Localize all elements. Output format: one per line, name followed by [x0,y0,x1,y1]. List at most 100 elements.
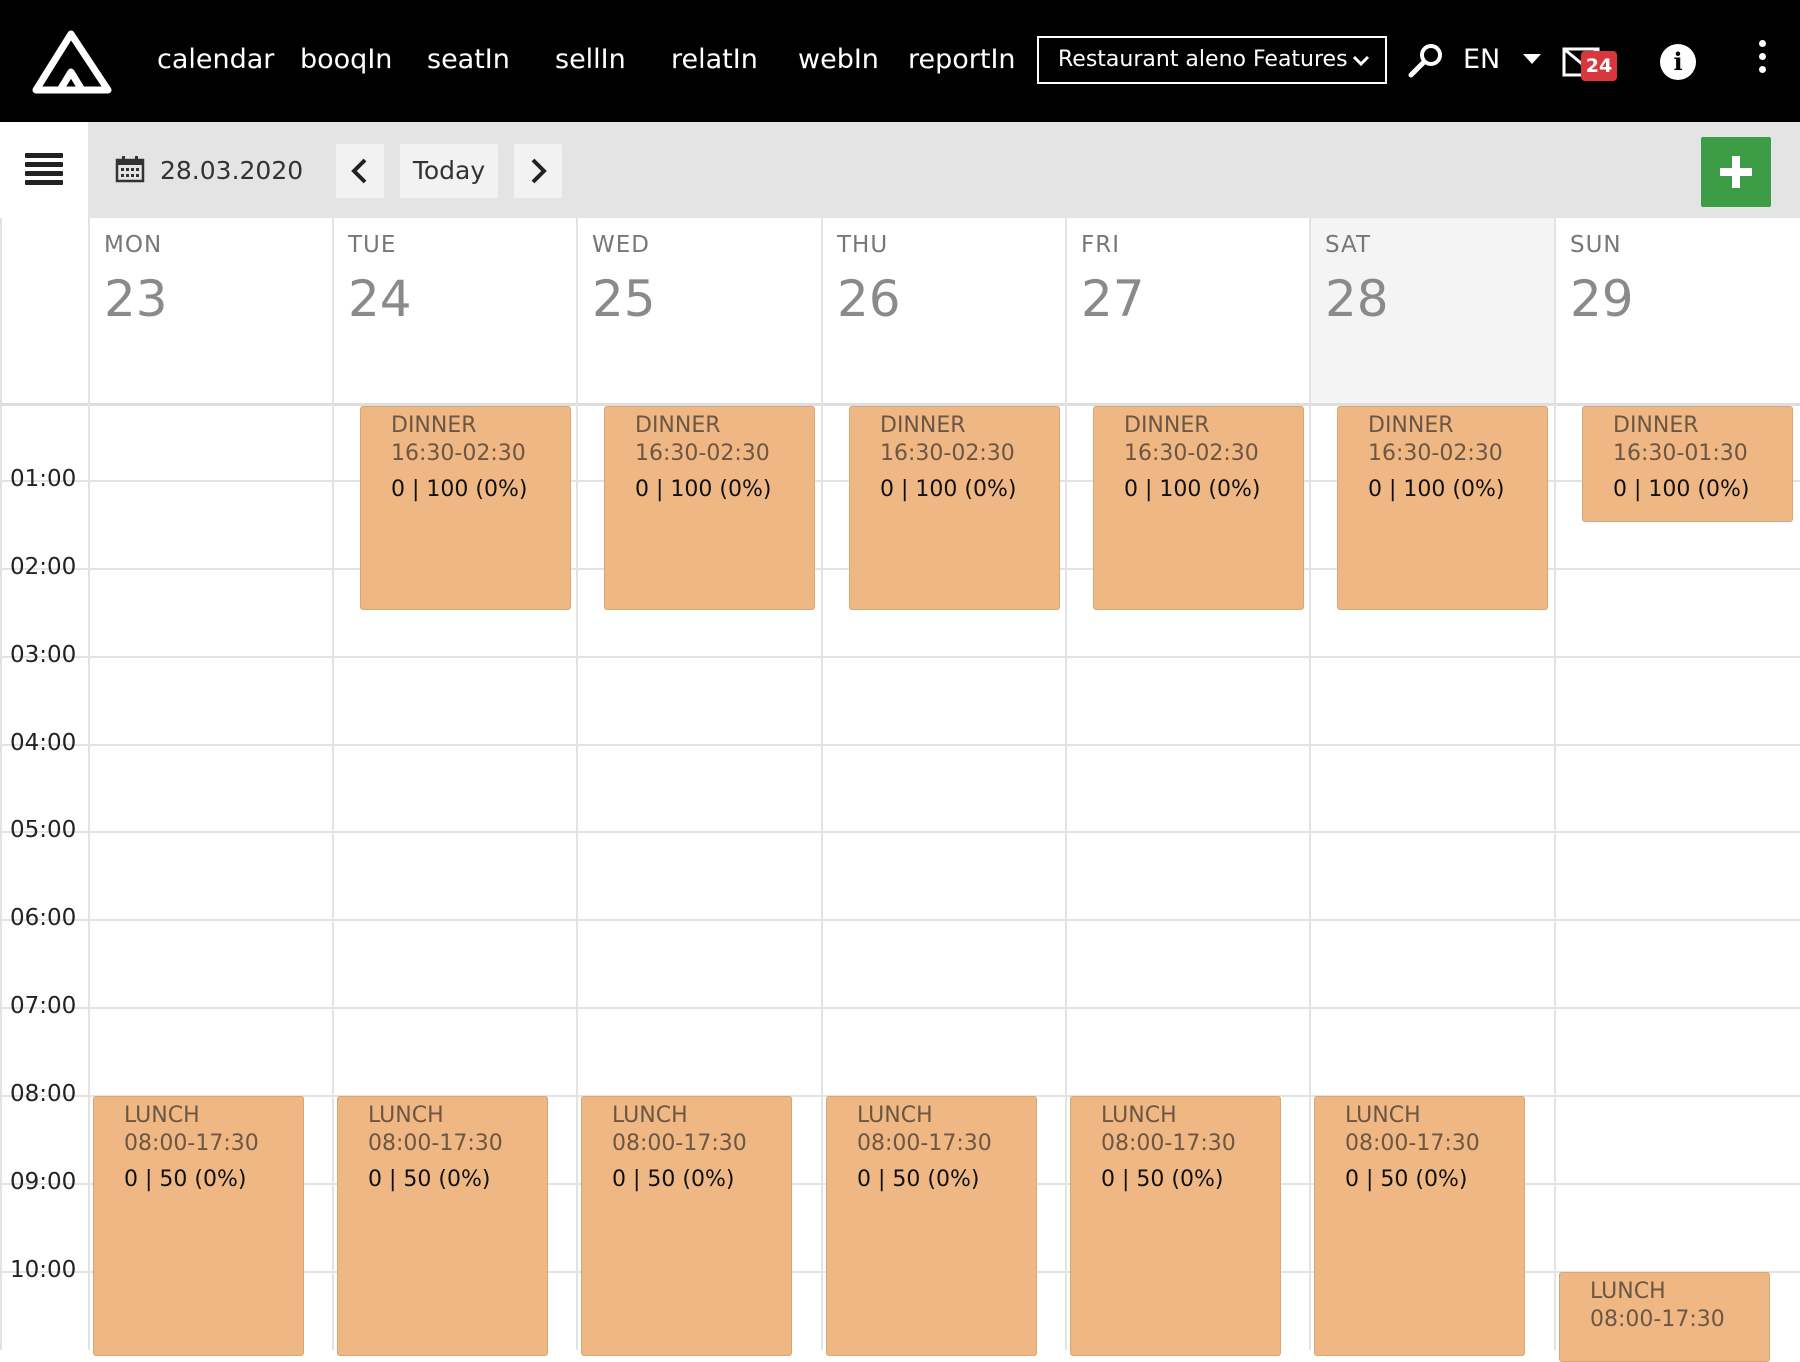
day-header-tue[interactable]: TUE 24 [332,218,577,404]
day-number: 26 [837,270,901,328]
event-lunch-mon[interactable]: LUNCH 08:00-17:30 0 | 50 (0%) [93,1096,304,1356]
chevron-left-icon [351,158,367,184]
day-header-sun[interactable]: SUN 29 [1554,218,1800,404]
day-header-wed[interactable]: WED 25 [576,218,821,404]
time-label: 09:00 [10,1169,77,1195]
event-time: 08:00-17:30 [124,1131,259,1156]
nav-calendar[interactable]: calendar [157,40,274,80]
day-of-week: SUN [1570,232,1622,258]
event-occupancy: 0 | 100 (0%) [391,477,528,502]
day-number: 29 [1570,270,1634,328]
day-header-thu[interactable]: THU 26 [821,218,1066,404]
grid-row-line [0,919,1800,921]
event-lunch-thu[interactable]: LUNCH 08:00-17:30 0 | 50 (0%) [826,1096,1037,1356]
time-label: 07:00 [10,993,77,1019]
logo-icon[interactable] [30,30,112,94]
event-dinner-fri[interactable]: DINNER 16:30-02:30 0 | 100 (0%) [1093,406,1304,610]
calendar-icon[interactable] [115,155,145,183]
grid-column-line [821,218,823,1350]
nav-relatin[interactable]: relatIn [671,40,758,80]
day-number: 27 [1081,270,1145,328]
hamburger-menu-icon[interactable] [25,153,63,185]
nav-webin[interactable]: webIn [798,40,879,80]
grid-column-line [332,218,334,1350]
event-dinner-sat[interactable]: DINNER 16:30-02:30 0 | 100 (0%) [1337,406,1548,610]
day-of-week: TUE [348,232,397,258]
event-occupancy: 0 | 100 (0%) [1613,477,1750,502]
event-lunch-fri[interactable]: LUNCH 08:00-17:30 0 | 50 (0%) [1070,1096,1281,1356]
day-header-fri[interactable]: FRI 27 [1065,218,1310,404]
event-occupancy: 0 | 100 (0%) [1368,477,1505,502]
event-occupancy: 0 | 50 (0%) [368,1167,491,1192]
event-occupancy: 0 | 50 (0%) [612,1167,735,1192]
event-lunch-sat[interactable]: LUNCH 08:00-17:30 0 | 50 (0%) [1314,1096,1525,1356]
time-label: 08:00 [10,1081,77,1107]
restaurant-select-label: Restaurant aleno Features [1058,47,1348,72]
current-date[interactable]: 28.03.2020 [160,154,303,188]
nav-sellin[interactable]: sellIn [555,40,626,80]
nav-seatin[interactable]: seatIn [427,40,510,80]
nav-booqin[interactable]: booqIn [300,40,392,80]
event-time: 16:30-02:30 [635,441,770,466]
time-label: 03:00 [10,642,77,668]
event-occupancy: 0 | 50 (0%) [857,1167,980,1192]
time-label: 02:00 [10,554,77,580]
grid-row-line [0,656,1800,658]
day-number: 28 [1325,270,1389,328]
event-lunch-sun[interactable]: LUNCH 08:00-17:30 [1559,1272,1770,1362]
event-occupancy: 0 | 50 (0%) [1345,1167,1468,1192]
day-of-week: WED [592,232,650,258]
time-label: 05:00 [10,817,77,843]
event-name: LUNCH [1345,1103,1421,1128]
day-number: 23 [104,270,168,328]
day-of-week: FRI [1081,232,1120,258]
event-time: 16:30-01:30 [1613,441,1748,466]
add-event-button[interactable] [1701,137,1771,207]
restaurant-select[interactable]: Restaurant aleno Features [1037,36,1387,84]
event-dinner-tue[interactable]: DINNER 16:30-02:30 0 | 100 (0%) [360,406,571,610]
kebab-menu-icon[interactable] [1756,40,1768,84]
event-lunch-tue[interactable]: LUNCH 08:00-17:30 0 | 50 (0%) [337,1096,548,1356]
time-label: 10:00 [10,1257,77,1283]
previous-week-button[interactable] [336,144,384,198]
event-dinner-sun[interactable]: DINNER 16:30-01:30 0 | 100 (0%) [1582,406,1793,522]
time-column-border [0,218,2,1350]
event-name: DINNER [1124,413,1210,438]
language-selector[interactable]: EN [1463,40,1500,80]
event-name: DINNER [635,413,721,438]
info-icon[interactable]: i [1660,44,1696,80]
event-name: LUNCH [124,1103,200,1128]
grid-column-line [1065,218,1067,1350]
event-time: 08:00-17:30 [1345,1131,1480,1156]
today-button[interactable]: Today [400,144,498,198]
search-icon[interactable] [1406,42,1444,80]
time-label: 06:00 [10,905,77,931]
day-number: 25 [592,270,656,328]
event-time: 08:00-17:30 [368,1131,503,1156]
next-week-button[interactable] [514,144,562,198]
event-name: DINNER [1368,413,1454,438]
event-lunch-wed[interactable]: LUNCH 08:00-17:30 0 | 50 (0%) [581,1096,792,1356]
event-dinner-wed[interactable]: DINNER 16:30-02:30 0 | 100 (0%) [604,406,815,610]
event-name: DINNER [880,413,966,438]
event-dinner-thu[interactable]: DINNER 16:30-02:30 0 | 100 (0%) [849,406,1060,610]
day-header-mon[interactable]: MON 23 [88,218,333,404]
day-number: 24 [348,270,412,328]
event-time: 16:30-02:30 [391,441,526,466]
event-time: 16:30-02:30 [1368,441,1503,466]
grid-column-line [1309,218,1311,1350]
event-occupancy: 0 | 100 (0%) [1124,477,1261,502]
event-time: 16:30-02:30 [1124,441,1259,466]
nav-reportin[interactable]: reportIn [908,40,1016,80]
day-of-week: MON [104,232,163,258]
event-name: DINNER [1613,413,1699,438]
mail-count-badge: 24 [1581,51,1617,81]
time-label: 01:00 [10,466,77,492]
grid-column-line [88,218,90,1350]
chevron-right-icon [531,158,547,184]
day-header-sat[interactable]: SAT 28 [1309,218,1554,404]
event-name: LUNCH [857,1103,933,1128]
event-occupancy: 0 | 50 (0%) [124,1167,247,1192]
event-time: 08:00-17:30 [612,1131,747,1156]
caret-down-icon[interactable] [1523,54,1541,64]
